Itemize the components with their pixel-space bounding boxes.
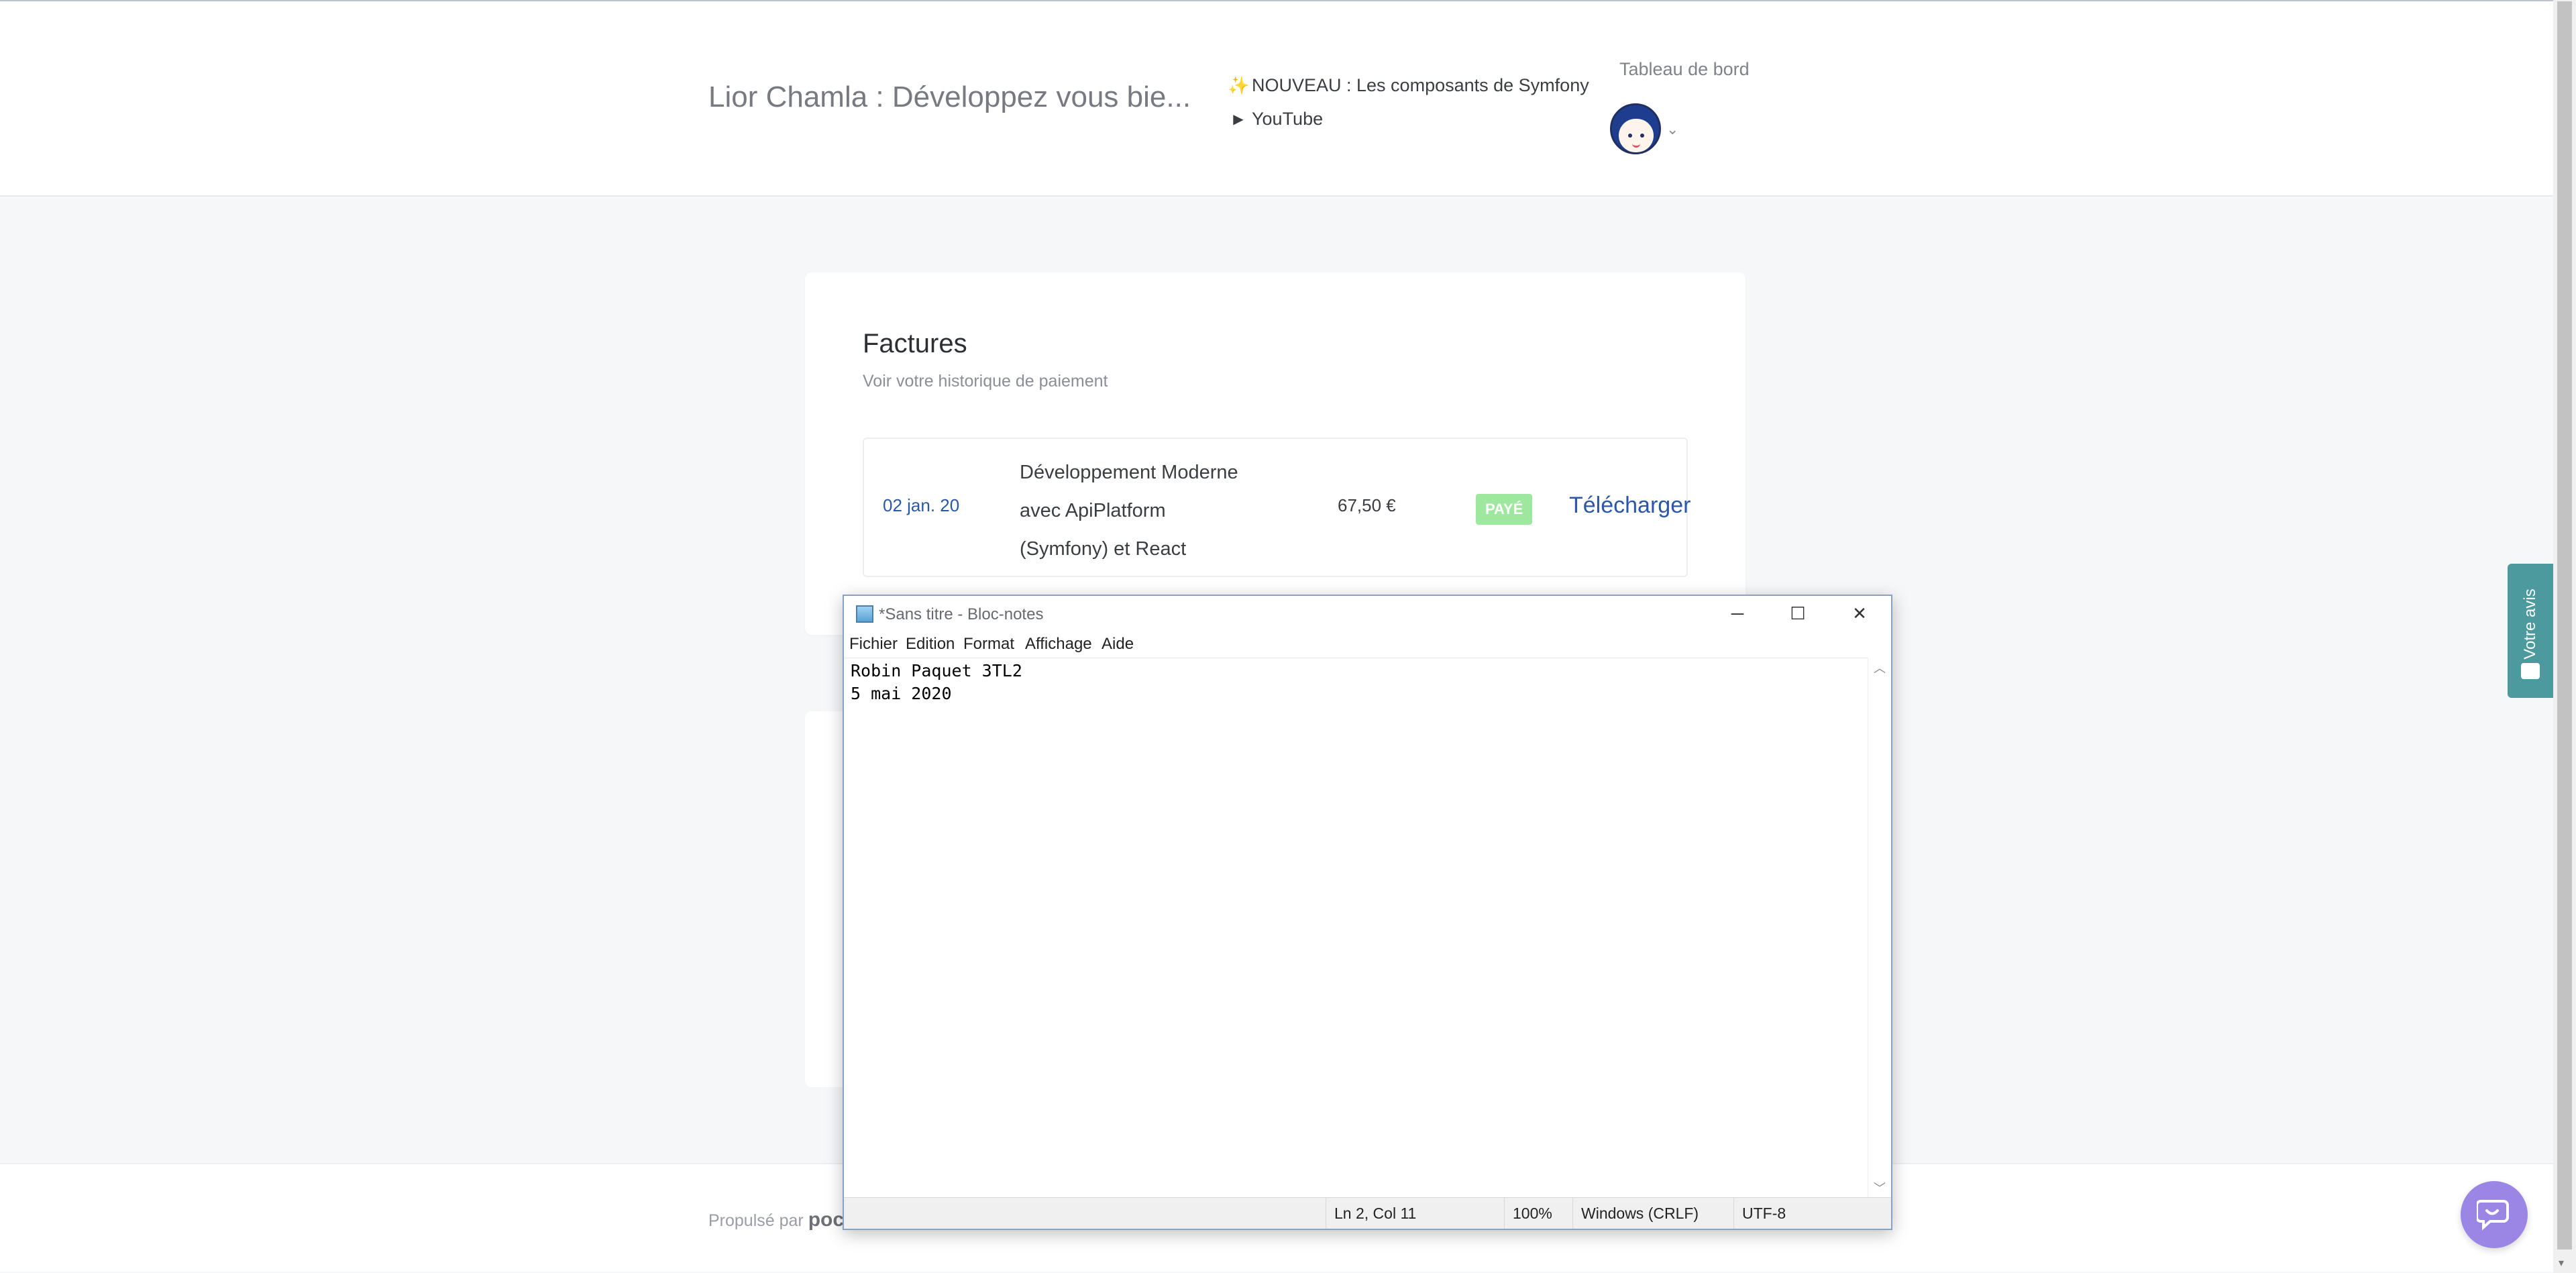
maximize-button[interactable]: ☐ bbox=[1768, 596, 1828, 631]
site-title[interactable]: Lior Chamla : Développez vous bie... bbox=[708, 81, 1191, 114]
close-button[interactable]: ✕ bbox=[1829, 596, 1890, 631]
notepad-statusbar: Ln 2, Col 11 100% Windows (CRLF) UTF-8 bbox=[844, 1197, 1891, 1229]
sparkle-icon: ✨ bbox=[1228, 74, 1250, 95]
invoices-title: Factures bbox=[863, 329, 967, 358]
notepad-menubar: Fichier Edition Format Affichage Aide bbox=[844, 631, 1891, 658]
footer-prefix: Propulsé par bbox=[708, 1211, 804, 1230]
invoice-amount: 67,50 € bbox=[1338, 495, 1396, 515]
menu-fichier[interactable]: Fichier bbox=[849, 635, 898, 654]
nav-link-youtube[interactable]: ▶ YouTube bbox=[1228, 102, 1589, 136]
notepad-text-area[interactable]: Robin Paquet 3TL2 5 mai 2020 bbox=[844, 658, 1868, 1198]
line-endings: Windows (CRLF) bbox=[1572, 1198, 1699, 1229]
notepad-title: *Sans titre - Bloc-notes bbox=[879, 605, 1044, 623]
avatar-mouth bbox=[1632, 142, 1640, 148]
scroll-down-icon[interactable]: ﹀ bbox=[1874, 1179, 1886, 1196]
zoom-level: 100% bbox=[1504, 1198, 1552, 1229]
minimize-icon: ─ bbox=[1731, 603, 1744, 623]
avatar-eye bbox=[1628, 134, 1632, 138]
footer-brand[interactable]: poc bbox=[808, 1209, 844, 1231]
invoice-row: 02 jan. 20 Développement Moderne avec Ap… bbox=[863, 438, 1690, 577]
nav-link-label: YouTube bbox=[1252, 108, 1324, 129]
invoice-date: 02 jan. 20 bbox=[883, 495, 960, 515]
chevron-down-icon[interactable]: ⌄ bbox=[1666, 121, 1678, 138]
feedback-tab[interactable]: Votre avis bbox=[2508, 564, 2553, 698]
site-header: Lior Chamla : Développez vous bie... ✨ N… bbox=[0, 0, 2553, 197]
notepad-titlebar[interactable]: *Sans titre - Bloc-notes ─ ☐ ✕ bbox=[844, 596, 1891, 631]
minimize-button[interactable]: ─ bbox=[1707, 596, 1768, 631]
notepad-window: *Sans titre - Bloc-notes ─ ☐ ✕ Fichier E… bbox=[843, 595, 1892, 1230]
text-line: 5 mai 2020 bbox=[851, 684, 952, 703]
avatar-eye bbox=[1640, 134, 1644, 138]
menu-edition[interactable]: Edition bbox=[906, 635, 955, 654]
menu-affichage[interactable]: Affichage bbox=[1025, 635, 1092, 654]
encoding: UTF-8 bbox=[1733, 1198, 1786, 1229]
play-icon: ▶ bbox=[1233, 111, 1244, 127]
page-scrollbar[interactable]: ▾ bbox=[2553, 0, 2576, 1273]
scroll-up-icon[interactable]: ︿ bbox=[1874, 659, 1886, 676]
text-line: Robin Paquet 3TL2 bbox=[851, 661, 1022, 680]
invoice-product-line: avec ApiPlatform bbox=[1020, 500, 1166, 521]
notepad-app-icon bbox=[856, 605, 873, 623]
menu-format[interactable]: Format bbox=[963, 635, 1014, 654]
chat-button[interactable] bbox=[2461, 1181, 2528, 1248]
invoice-product-line: (Symfony) et React bbox=[1020, 538, 1187, 560]
invoices-card: Factures Voir votre historique de paieme… bbox=[805, 272, 1746, 635]
notepad-scrollbar[interactable]: ︿ ﹀ bbox=[1868, 658, 1891, 1198]
header-nav: ✨ NOUVEAU : Les composants de Symfony ▶ … bbox=[1228, 68, 1589, 136]
invoice-product: Développement Moderne avec ApiPlatform (… bbox=[1020, 454, 1288, 568]
invoices-subtitle: Voir votre historique de paiement bbox=[863, 372, 1108, 391]
maximize-icon: ☐ bbox=[1790, 603, 1806, 623]
nav-link-new-components[interactable]: ✨ NOUVEAU : Les composants de Symfony bbox=[1228, 68, 1589, 102]
scrollbar-thumb[interactable] bbox=[2557, 1, 2572, 1250]
invoice-product-line: Développement Moderne bbox=[1020, 462, 1238, 483]
dashboard-link[interactable]: Tableau de bord bbox=[1619, 59, 1750, 80]
status-badge: PAYÉ bbox=[1476, 494, 1533, 525]
chat-icon bbox=[2477, 1200, 2509, 1231]
avatar-face bbox=[1619, 119, 1654, 152]
footer-credit: Propulsé par poc bbox=[708, 1209, 844, 1231]
nav-link-label: NOUVEAU : Les composants de Symfony bbox=[1252, 74, 1589, 95]
feedback-icon bbox=[2521, 663, 2540, 679]
feedback-label: Votre avis bbox=[2521, 589, 2539, 660]
scroll-down-icon[interactable]: ▾ bbox=[2559, 1256, 2564, 1270]
avatar[interactable] bbox=[1610, 103, 1661, 154]
menu-aide[interactable]: Aide bbox=[1102, 635, 1134, 654]
cursor-position: Ln 2, Col 11 bbox=[1326, 1198, 1416, 1229]
download-link[interactable]: Télécharger bbox=[1569, 493, 1690, 519]
close-icon: ✕ bbox=[1852, 603, 1867, 623]
